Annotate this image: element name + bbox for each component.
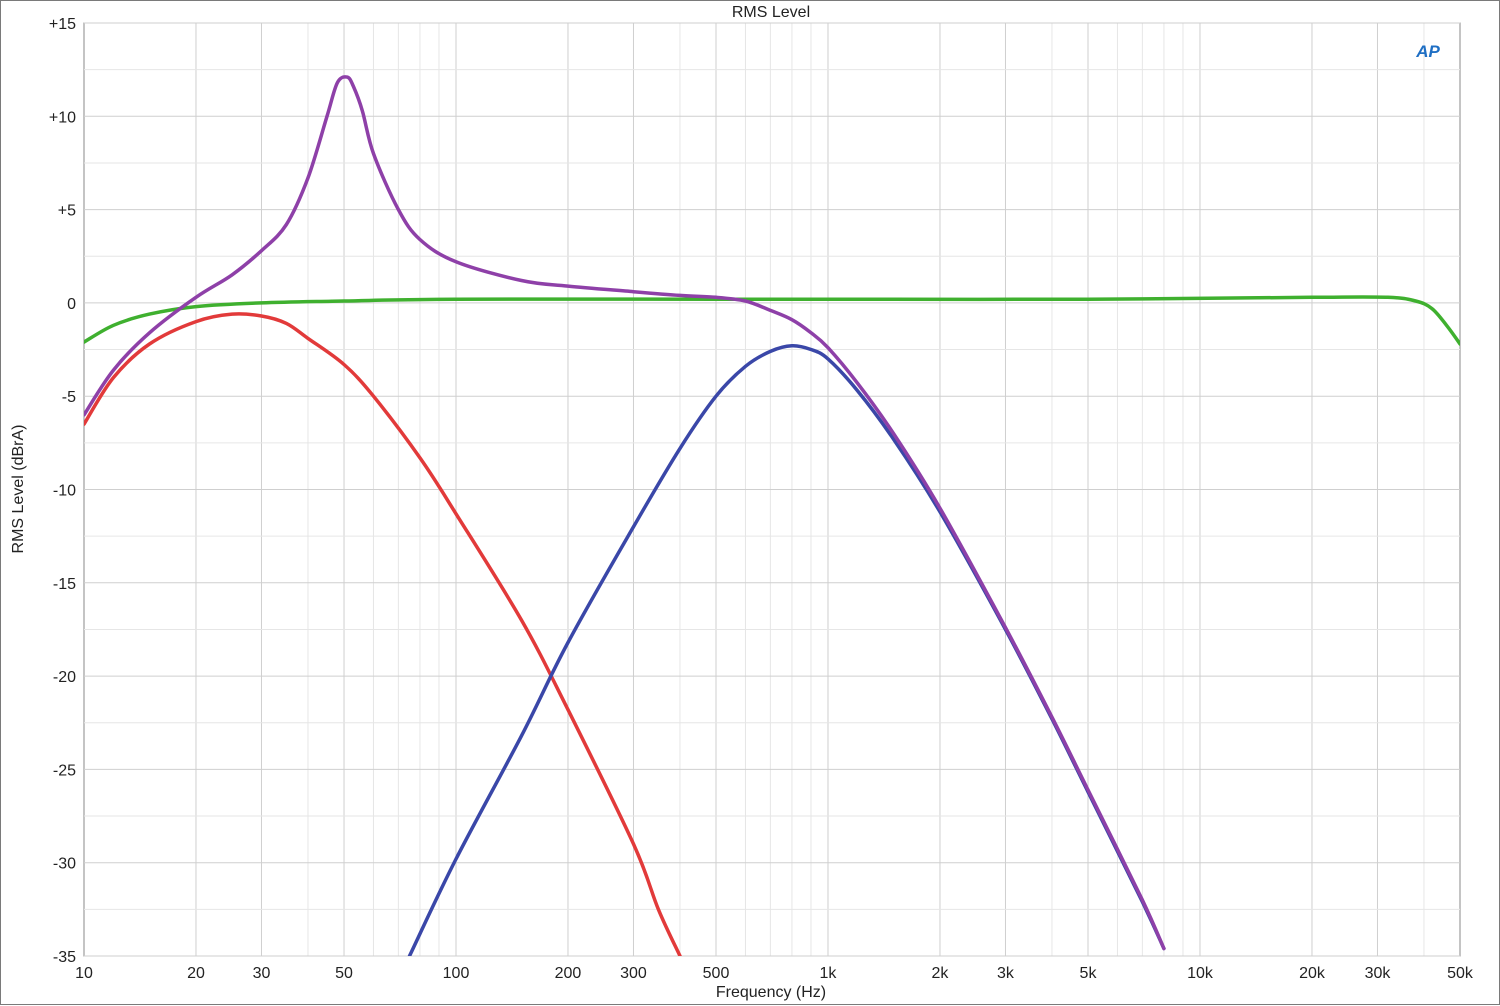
x-tick-label: 3k [997, 965, 1015, 982]
x-axis-label: Frequency (Hz) [716, 984, 826, 1001]
x-tick-label: 1k [820, 965, 838, 982]
x-tick-label: 200 [555, 965, 582, 982]
x-tick-label: 30k [1365, 965, 1392, 982]
y-tick-label: +10 [49, 109, 76, 126]
x-tick-label: 50 [335, 965, 353, 982]
x-tick-label: 5k [1080, 965, 1098, 982]
ap-logo: AP [1415, 42, 1440, 61]
y-axis-label: RMS Level (dBrA) [10, 425, 27, 554]
x-tick-label: 500 [703, 965, 730, 982]
y-tick-labels: +15 +10 +5 0 -5 -10 -15 -20 -25 -30 -35 [49, 16, 76, 966]
y-tick-label: 0 [67, 296, 76, 313]
x-tick-label: 10k [1187, 965, 1214, 982]
rms-level-chart: +15+10+50-5-10-15-20-25-30-35 10 20 30 50 10… [10, 4, 1474, 1001]
x-tick-label: 300 [620, 965, 647, 982]
y-tick-label: +5 [58, 203, 76, 220]
x-tick-label: 20k [1299, 965, 1326, 982]
x-tick-label: 50k [1447, 965, 1474, 982]
y-tick-label: -5 [62, 389, 76, 406]
x-tick-label: 20 [187, 965, 205, 982]
x-tick-label: 10 [75, 965, 93, 982]
chart-frame: +15 +10 +5 0 -5 -10 -15 -20 -25 -30 -35 10 20 30 50 10… [0, 0, 1500, 1005]
chart-title: RMS Level [732, 4, 810, 21]
x-tick-label: 30 [253, 965, 271, 982]
grid [84, 22, 1460, 957]
y-tick-label: -15 [53, 576, 76, 593]
x-tick-label: 100 [443, 965, 470, 982]
y-tick-label: -20 [53, 669, 76, 686]
y-tick-label: +15 [49, 16, 76, 33]
y-tick-label: -35 [53, 949, 76, 966]
x-tick-labels: 10 20 30 50 100 200 300 500 1k 2k 3k 5k 10k 20k 30k 50k [75, 965, 1474, 982]
y-tick-label: -25 [53, 762, 76, 779]
x-tick-label: 2k [932, 965, 950, 982]
y-tick-label: -10 [53, 483, 76, 500]
y-tick-label: -30 [53, 856, 76, 873]
